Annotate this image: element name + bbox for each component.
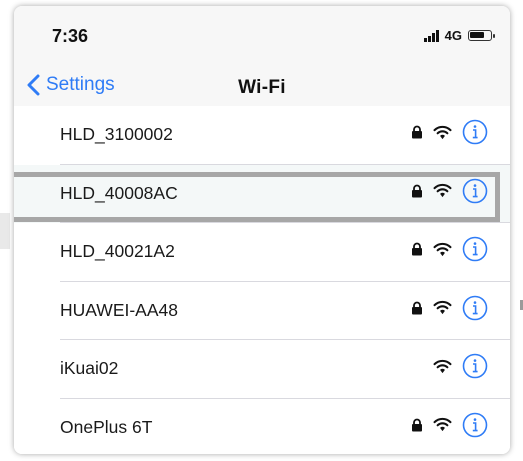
signal-strength-icon: [423, 29, 439, 42]
info-icon[interactable]: [462, 178, 488, 204]
network-row[interactable]: HLD_40021A2: [14, 223, 510, 282]
network-name: HLD_3100002: [60, 124, 173, 144]
status-time: 7:36: [52, 26, 89, 46]
wifi-icon: [433, 300, 452, 315]
network-row[interactable]: OnePlus 6T: [14, 398, 510, 454]
info-icon[interactable]: [462, 236, 488, 262]
network-row[interactable]: HLD_40008AC: [14, 164, 510, 223]
network-list: HLD_3100002 HLD_40008AC HLD_40021A2 HUAW…: [14, 106, 510, 454]
lock-icon: [412, 184, 422, 197]
info-icon[interactable]: [462, 353, 488, 379]
info-icon[interactable]: [462, 295, 488, 321]
status-indicators: 4G: [423, 28, 495, 43]
phone-screen: 7:36 4G Settings Wi-Fi HLD_3100002 HLD_4…: [14, 6, 510, 454]
network-name: HUAWEI-AA48: [60, 299, 178, 320]
status-bar: 7:36 4G: [14, 6, 510, 62]
lock-icon: [412, 418, 422, 431]
wifi-icon: [433, 183, 452, 198]
info-icon[interactable]: [462, 119, 488, 145]
wifi-icon: [433, 417, 452, 432]
network-row[interactable]: iKuai02: [14, 340, 510, 399]
battery-icon: [468, 30, 495, 41]
network-row[interactable]: HUAWEI-AA48: [14, 281, 510, 340]
wifi-icon: [433, 359, 452, 373]
lock-icon: [412, 301, 422, 314]
lock-icon: [412, 242, 422, 256]
network-name: iKuai02: [60, 358, 119, 378]
network-name: OnePlus 6T: [60, 416, 153, 437]
network-row[interactable]: HLD_3100002: [14, 106, 510, 165]
network-name: HLD_40021A2: [60, 241, 175, 261]
network-name: HLD_40008AC: [60, 182, 178, 203]
wifi-icon: [433, 125, 452, 139]
network-type: 4G: [444, 28, 462, 43]
background-edge: [0, 213, 10, 249]
lock-icon: [412, 125, 422, 139]
info-icon[interactable]: [462, 412, 488, 438]
page-title: Wi-Fi: [238, 77, 286, 98]
wifi-icon: [433, 242, 452, 256]
